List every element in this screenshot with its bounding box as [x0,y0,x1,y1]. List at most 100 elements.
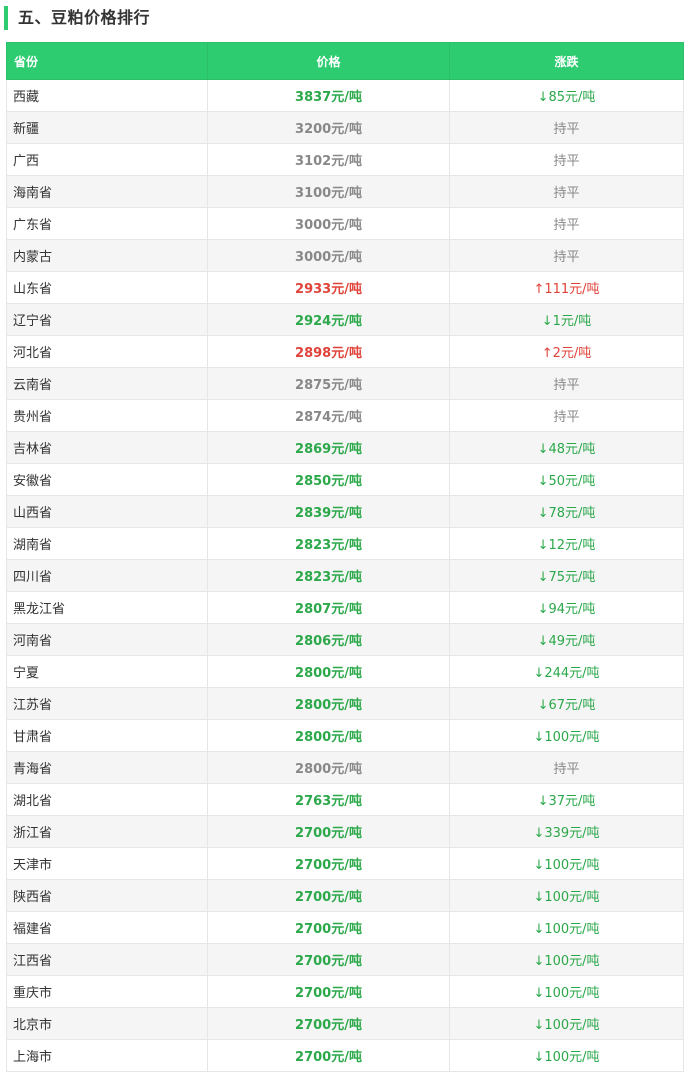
province-cell: 上海市 [6,1039,208,1072]
header-price: 价格 [207,42,450,80]
table-row: 山东省 2933元/吨 ↑111元/吨 [6,271,684,304]
price-cell: 2924元/吨 [207,303,450,336]
province-cell: 辽宁省 [6,303,208,336]
table-row: 宁夏 2800元/吨 ↓244元/吨 [6,655,684,688]
province-cell: 福建省 [6,911,208,944]
table-row: 四川省 2823元/吨 ↓75元/吨 [6,559,684,592]
province-cell: 湖北省 [6,783,208,816]
change-cell: ↓94元/吨 [449,591,684,624]
table-row: 广东省 3000元/吨 持平 [6,207,684,240]
table-row: 陕西省 2700元/吨 ↓100元/吨 [6,879,684,912]
table-row: 江西省 2700元/吨 ↓100元/吨 [6,943,684,976]
table-row: 海南省 3100元/吨 持平 [6,175,684,208]
price-cell: 2800元/吨 [207,687,450,720]
change-cell: ↓37元/吨 [449,783,684,816]
price-cell: 2700元/吨 [207,911,450,944]
section-header: 五、豆粕价格排行 [0,0,686,36]
price-cell: 2763元/吨 [207,783,450,816]
table-row: 湖北省 2763元/吨 ↓37元/吨 [6,783,684,816]
table-row: 黑龙江省 2807元/吨 ↓94元/吨 [6,591,684,624]
province-cell: 河北省 [6,335,208,368]
section-accent-bar [4,6,8,30]
table-row: 云南省 2875元/吨 持平 [6,367,684,400]
price-cell: 2875元/吨 [207,367,450,400]
province-cell: 海南省 [6,175,208,208]
province-cell: 山西省 [6,495,208,528]
change-cell: ↓67元/吨 [449,687,684,720]
price-cell: 2933元/吨 [207,271,450,304]
price-cell: 3000元/吨 [207,207,450,240]
header-province: 省份 [6,42,208,80]
price-cell: 3000元/吨 [207,239,450,272]
table-row: 青海省 2800元/吨 持平 [6,751,684,784]
table-row: 辽宁省 2924元/吨 ↓1元/吨 [6,303,684,336]
change-cell: ↓100元/吨 [449,847,684,880]
change-cell: ↑2元/吨 [449,335,684,368]
table-row: 安徽省 2850元/吨 ↓50元/吨 [6,463,684,496]
section-title: 五、豆粕价格排行 [18,8,151,27]
price-cell: 3200元/吨 [207,111,450,144]
price-cell: 2823元/吨 [207,559,450,592]
price-cell: 2700元/吨 [207,1007,450,1040]
change-cell: ↓339元/吨 [449,815,684,848]
province-cell: 重庆市 [6,975,208,1008]
price-cell: 2700元/吨 [207,1039,450,1072]
change-cell: ↓49元/吨 [449,623,684,656]
change-cell: ↓85元/吨 [449,79,684,112]
change-cell: ↓100元/吨 [449,879,684,912]
province-cell: 青海省 [6,751,208,784]
table-row: 山西省 2839元/吨 ↓78元/吨 [6,495,684,528]
change-cell: ↓100元/吨 [449,1007,684,1040]
change-cell: ↓1元/吨 [449,303,684,336]
province-cell: 北京市 [6,1007,208,1040]
table-row: 天津市 2700元/吨 ↓100元/吨 [6,847,684,880]
table-row: 福建省 2700元/吨 ↓100元/吨 [6,911,684,944]
price-cell: 2823元/吨 [207,527,450,560]
change-cell: ↓75元/吨 [449,559,684,592]
province-cell: 四川省 [6,559,208,592]
change-cell: 持平 [449,751,684,784]
price-cell: 3837元/吨 [207,79,450,112]
change-cell: ↓100元/吨 [449,1039,684,1072]
province-cell: 江苏省 [6,687,208,720]
change-cell: 持平 [449,239,684,272]
price-cell: 2807元/吨 [207,591,450,624]
province-cell: 西藏 [6,79,208,112]
price-cell: 2874元/吨 [207,399,450,432]
table-row: 北京市 2700元/吨 ↓100元/吨 [6,1007,684,1040]
change-cell: 持平 [449,143,684,176]
province-cell: 山东省 [6,271,208,304]
price-cell: 2700元/吨 [207,943,450,976]
price-cell: 2800元/吨 [207,751,450,784]
table-header: 省份 价格 涨跌 [6,42,684,80]
table-row: 河北省 2898元/吨 ↑2元/吨 [6,335,684,368]
province-cell: 贵州省 [6,399,208,432]
change-cell: 持平 [449,175,684,208]
province-cell: 陕西省 [6,879,208,912]
price-cell: 2700元/吨 [207,815,450,848]
price-cell: 3100元/吨 [207,175,450,208]
change-cell: ↓100元/吨 [449,975,684,1008]
change-cell: ↓100元/吨 [449,943,684,976]
price-cell: 2806元/吨 [207,623,450,656]
change-cell: ↓50元/吨 [449,463,684,496]
change-cell: ↓100元/吨 [449,911,684,944]
table-row: 甘肃省 2800元/吨 ↓100元/吨 [6,719,684,752]
province-cell: 河南省 [6,623,208,656]
province-cell: 天津市 [6,847,208,880]
price-cell: 3102元/吨 [207,143,450,176]
table-row: 贵州省 2874元/吨 持平 [6,399,684,432]
province-cell: 内蒙古 [6,239,208,272]
price-cell: 2850元/吨 [207,463,450,496]
province-cell: 安徽省 [6,463,208,496]
change-cell: 持平 [449,399,684,432]
province-cell: 黑龙江省 [6,591,208,624]
province-cell: 云南省 [6,367,208,400]
table-row: 重庆市 2700元/吨 ↓100元/吨 [6,975,684,1008]
change-cell: ↓12元/吨 [449,527,684,560]
price-cell: 2898元/吨 [207,335,450,368]
province-cell: 新疆 [6,111,208,144]
price-ranking-table: 省份 价格 涨跌 西藏 3837元/吨 ↓85元/吨 新疆 3200元/吨 持平 广西 310… [6,42,684,1072]
province-cell: 吉林省 [6,431,208,464]
change-cell: ↓78元/吨 [449,495,684,528]
